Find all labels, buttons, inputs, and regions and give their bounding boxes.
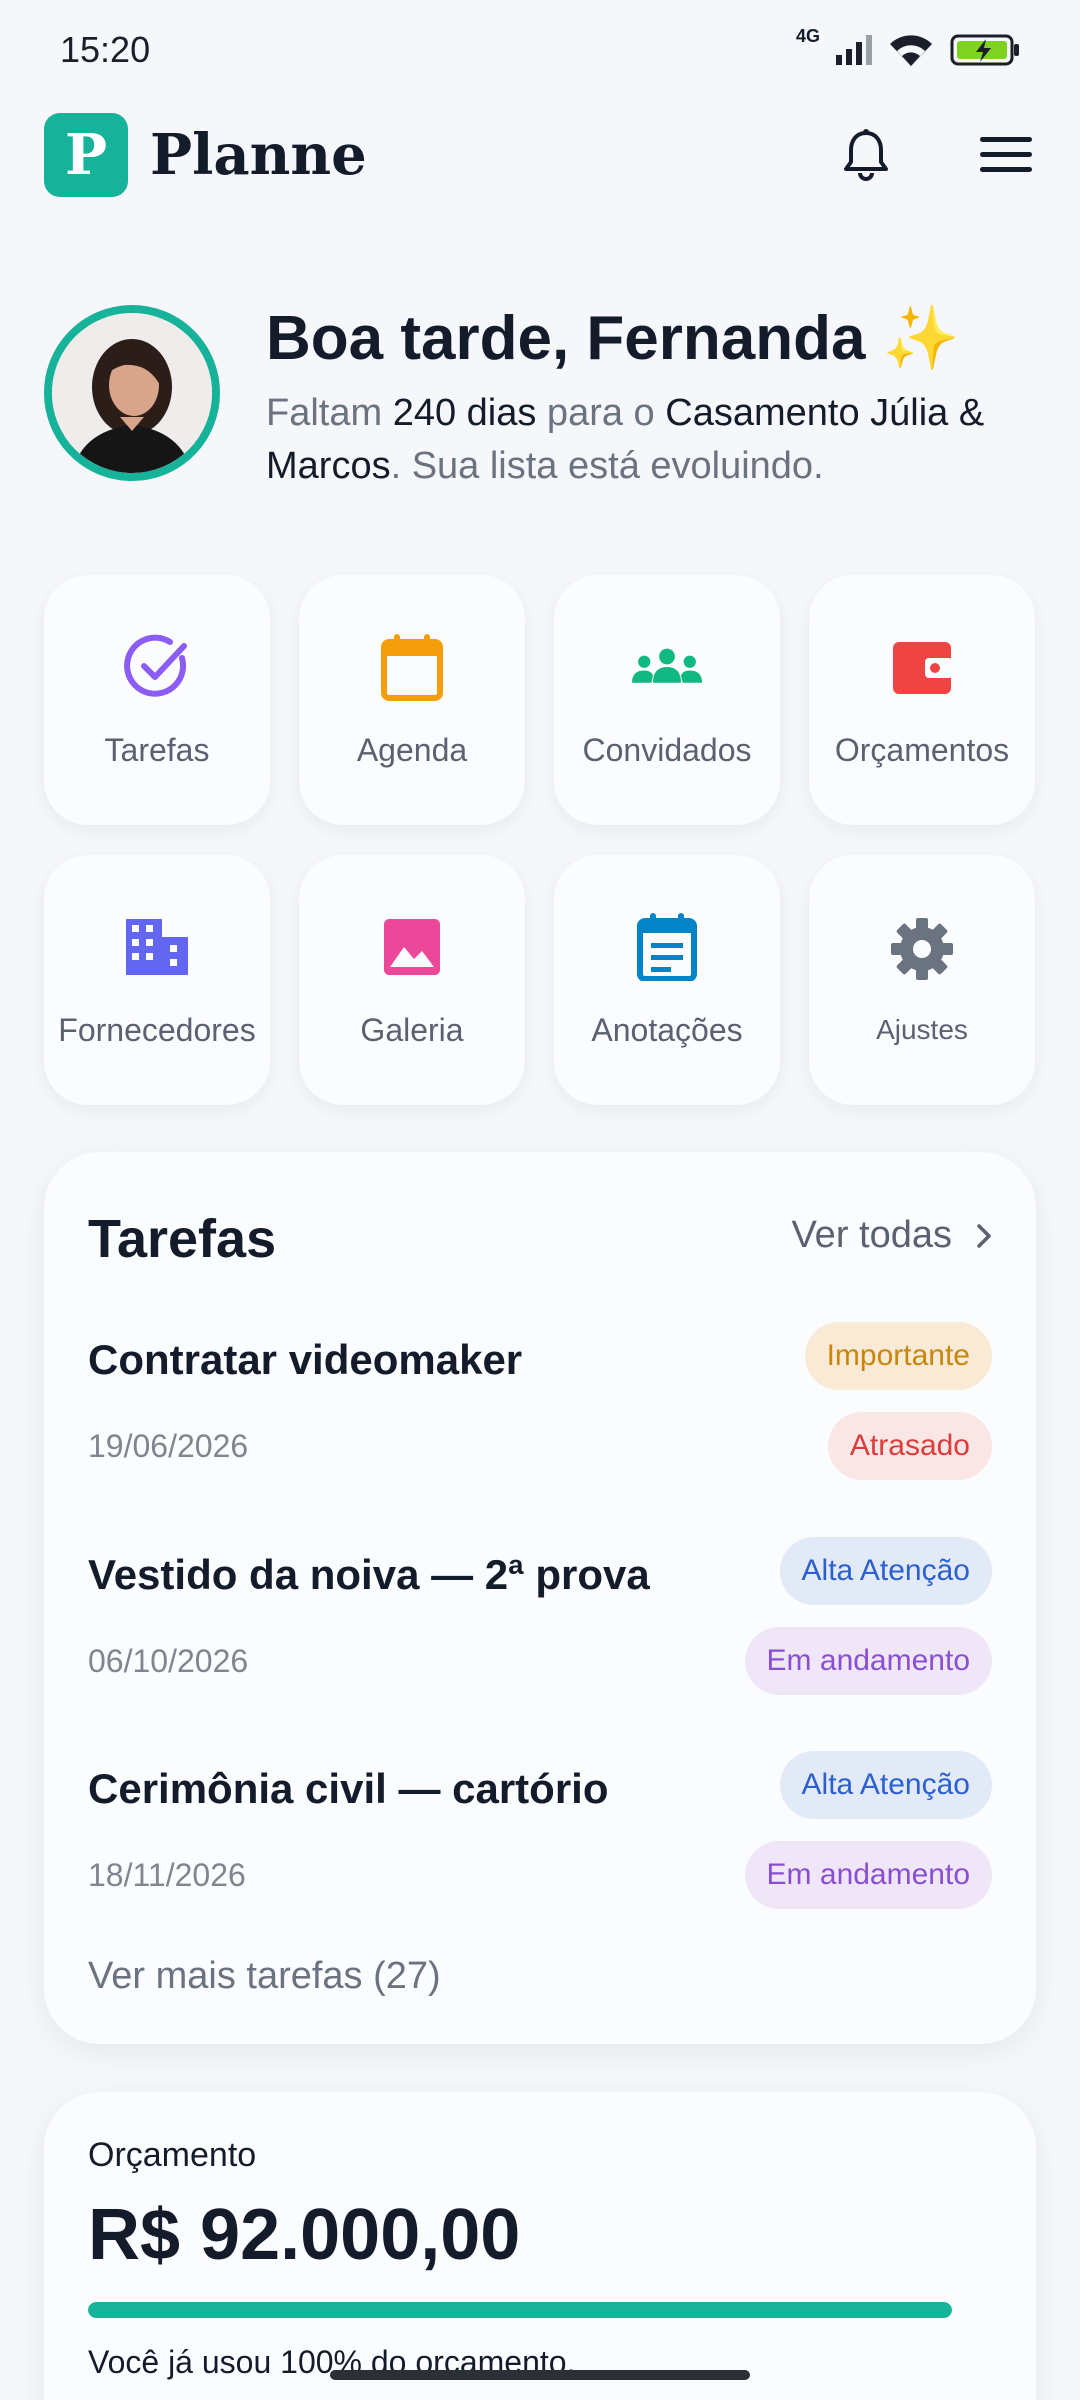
task-date: 19/06/2026 xyxy=(88,1428,249,1464)
priority-badge: Importante xyxy=(804,1322,992,1390)
budget-label: Orçamento xyxy=(88,2136,257,2174)
network-type: 4G xyxy=(795,25,820,46)
battery-icon xyxy=(950,34,1019,66)
tasks-title: Tarefas xyxy=(88,1209,277,1269)
image-icon xyxy=(377,912,447,982)
bell-icon xyxy=(844,129,888,181)
days-remaining: 240 dias xyxy=(392,392,537,435)
signal-icon xyxy=(836,35,872,65)
user-photo xyxy=(52,313,212,473)
priority-badge: Alta Atenção xyxy=(779,1751,992,1819)
greeting-text: Boa tarde, Fernanda ✨ Faltam 240 dias pa… xyxy=(266,304,1066,494)
calendar-icon xyxy=(377,632,447,702)
shortcut-label: Tarefas xyxy=(104,731,210,768)
avatar[interactable] xyxy=(44,305,220,481)
shortcut-label: Anotações xyxy=(591,1011,743,1048)
wallet-icon xyxy=(887,632,957,702)
check-circle-icon xyxy=(122,632,192,702)
task-item[interactable]: Vestido da noiva — 2ª prova 06/10/2026 A… xyxy=(88,1537,992,1737)
people-icon xyxy=(632,632,702,702)
more-tasks-link[interactable]: Ver mais tarefas (27) xyxy=(88,1955,441,1998)
notes-icon xyxy=(632,912,702,982)
status-bar: 15:20 4G xyxy=(0,0,1080,100)
budget-progress-bar xyxy=(88,2302,952,2318)
task-item[interactable]: Contratar videomaker 19/06/2026 Importan… xyxy=(88,1322,992,1522)
shortcut-label: Ajustes xyxy=(876,1014,968,1045)
shortcut-ajustes[interactable]: Ajustes xyxy=(809,855,1035,1105)
shortcut-grid: Tarefas Agenda Convidados Orçamentos For… xyxy=(44,575,1036,1105)
home-indicator[interactable] xyxy=(330,2370,750,2380)
greeting-sub-prefix: Faltam xyxy=(266,392,393,435)
task-date: 06/10/2026 xyxy=(88,1643,249,1679)
status-badge: Atrasado xyxy=(827,1412,992,1480)
see-all-label: Ver todas xyxy=(791,1214,952,1256)
shortcut-tarefas[interactable]: Tarefas xyxy=(44,575,270,825)
wifi-icon xyxy=(890,35,932,66)
task-name: Cerimônia civil — cartório xyxy=(88,1765,609,1812)
shortcut-label: Convidados xyxy=(582,731,752,768)
shortcut-label: Agenda xyxy=(356,731,468,768)
chevron-right-icon xyxy=(977,1223,991,1248)
shortcut-label: Fornecedores xyxy=(58,1011,256,1048)
greeting-section: Boa tarde, Fernanda ✨ Faltam 240 dias pa… xyxy=(44,304,1044,494)
shortcut-convidados[interactable]: Convidados xyxy=(554,575,780,825)
building-icon xyxy=(122,912,192,982)
menu-icon xyxy=(980,137,1032,172)
shortcut-agenda[interactable]: Agenda xyxy=(299,575,525,825)
greeting-sub-middle: para o xyxy=(536,392,666,435)
shortcut-galeria[interactable]: Galeria xyxy=(299,855,525,1105)
task-item[interactable]: Cerimônia civil — cartório 18/11/2026 Al… xyxy=(88,1751,992,1951)
shortcut-label: Orçamentos xyxy=(834,731,1010,768)
see-all-tasks-link[interactable]: Ver todas xyxy=(791,1214,992,1257)
menu-button[interactable] xyxy=(976,125,1036,185)
greeting-subtitle: Faltam 240 dias para o Casamento Júlia &… xyxy=(266,387,1066,493)
app-name: Planne xyxy=(150,122,367,188)
priority-badge: Alta Atenção xyxy=(779,1537,992,1605)
budget-value: R$ 92.000,00 xyxy=(88,2195,521,2275)
greeting-sub-suffix: . Sua lista está evoluindo. xyxy=(390,445,824,488)
budget-progress-fill xyxy=(88,2302,952,2318)
app-bar: P Planne xyxy=(0,105,1080,205)
app-bar-actions xyxy=(836,125,1036,185)
shortcut-orcamentos[interactable]: Orçamentos xyxy=(809,575,1035,825)
status-badge: Em andamento xyxy=(744,1627,992,1695)
task-name: Contratar videomaker xyxy=(88,1336,523,1383)
tasks-card: Tarefas Ver todas Contratar videomaker 1… xyxy=(44,1152,1036,2044)
shortcut-label: Galeria xyxy=(360,1011,464,1048)
shortcut-fornecedores[interactable]: Fornecedores xyxy=(44,855,270,1105)
budget-card[interactable]: Orçamento R$ 92.000,00 Você já usou 100%… xyxy=(44,2092,1036,2400)
app-logo: P xyxy=(44,113,128,197)
shortcut-anotacoes[interactable]: Anotações xyxy=(554,855,780,1105)
sparkles-icon: ✨ xyxy=(882,304,960,373)
notifications-button[interactable] xyxy=(836,125,896,185)
task-name: Vestido da noiva — 2ª prova xyxy=(88,1551,650,1598)
greeting-title: Boa tarde, Fernanda ✨ xyxy=(266,304,1066,373)
gear-icon xyxy=(887,914,957,984)
greeting-title-text: Boa tarde, Fernanda xyxy=(266,304,866,373)
task-date: 18/11/2026 xyxy=(88,1857,246,1893)
status-time: 15:20 xyxy=(60,29,151,70)
status-badge: Em andamento xyxy=(744,1841,992,1909)
status-icons: 4G xyxy=(796,26,1020,68)
